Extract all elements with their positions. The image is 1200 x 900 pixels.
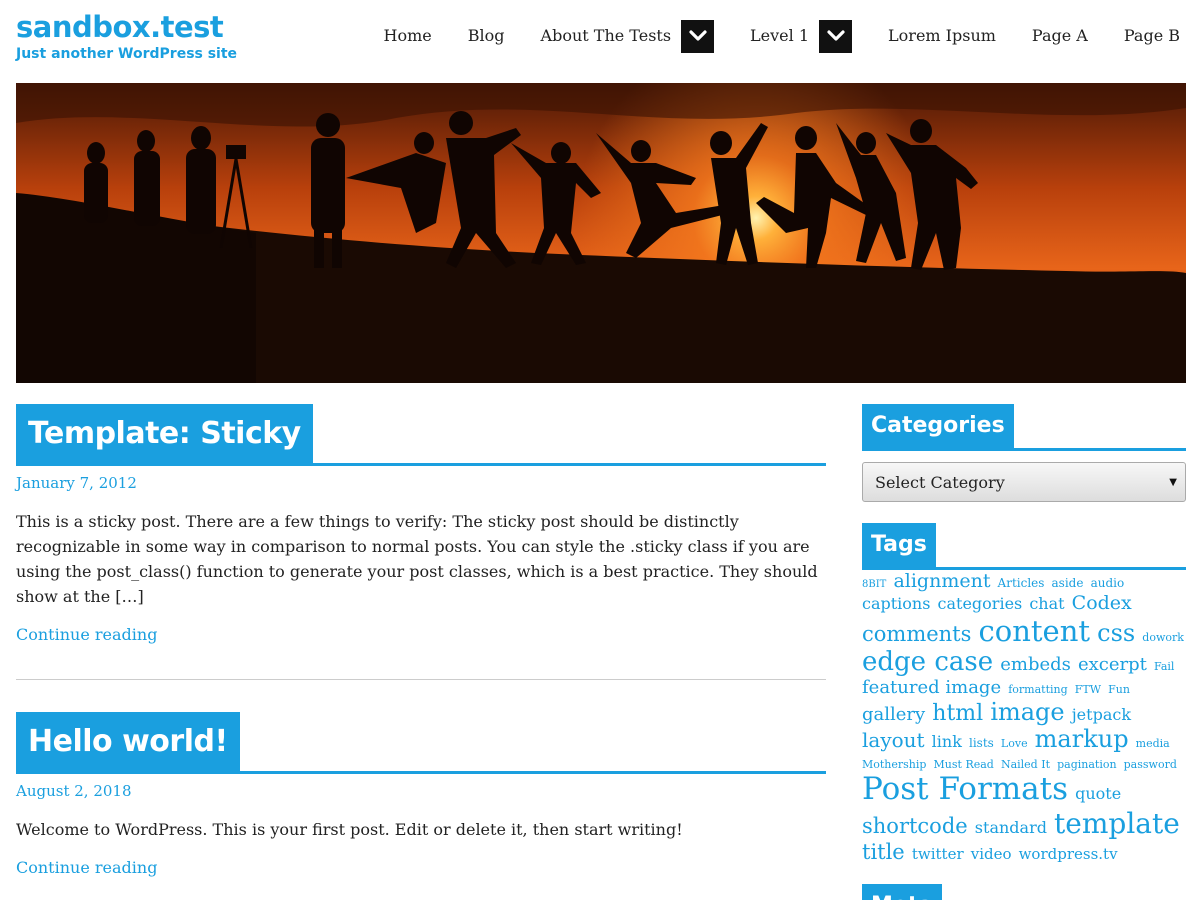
tag-link[interactable]: pagination: [1057, 758, 1116, 771]
tag-link[interactable]: categories: [938, 594, 1023, 613]
tag-link[interactable]: media: [1136, 737, 1170, 750]
tag-link[interactable]: markup: [1035, 725, 1129, 753]
nav-item-label[interactable]: Blog: [468, 18, 505, 54]
tag-link[interactable]: featured image: [862, 677, 1001, 698]
tag-link[interactable]: FTW: [1075, 683, 1101, 696]
post-separator: [16, 679, 826, 680]
tag-link[interactable]: layout: [862, 728, 925, 752]
tag-link[interactable]: embeds: [1000, 654, 1071, 675]
widget-header: Categories: [862, 404, 1186, 451]
tag-link[interactable]: 8BIT: [862, 579, 886, 590]
tag-link[interactable]: lists: [969, 736, 994, 750]
category-select-value: Select Category: [875, 472, 1005, 492]
nav-item-label[interactable]: Page A: [1032, 18, 1088, 54]
post-entry: Template: Sticky January 7, 2012 This is…: [16, 404, 826, 644]
nav-item-blog[interactable]: Blog: [468, 18, 505, 54]
tag-link[interactable]: content: [979, 614, 1091, 648]
post-entry: Hello world! August 2, 2018 Welcome to W…: [16, 712, 826, 877]
continue-reading-link[interactable]: Continue reading: [16, 858, 157, 877]
post-title[interactable]: Template: Sticky: [16, 404, 313, 466]
tag-link[interactable]: image: [990, 698, 1064, 726]
nav-item-page-a[interactable]: Page A: [1032, 18, 1088, 54]
tag-link[interactable]: audio: [1091, 576, 1125, 590]
tags-widget: Tags 8BIT alignment Articles aside audio…: [862, 523, 1186, 864]
post-excerpt: This is a sticky post. There are a few t…: [16, 512, 818, 606]
tag-link[interactable]: Post Formats: [862, 771, 1068, 807]
tag-link[interactable]: Love: [1001, 737, 1028, 750]
nav-item-label[interactable]: Page B: [1124, 18, 1180, 54]
site-title[interactable]: sandbox.test: [16, 10, 224, 44]
post-date[interactable]: January 7, 2012: [16, 474, 826, 492]
tag-link[interactable]: link: [932, 732, 962, 751]
nav-item-label[interactable]: About The Tests: [541, 18, 672, 54]
post-excerpt: Welcome to WordPress. This is your first…: [16, 820, 683, 839]
tag-link[interactable]: Codex: [1072, 592, 1132, 614]
widget-header: Tags: [862, 523, 1186, 570]
site-description: Just another WordPress site: [16, 46, 238, 62]
primary-navigation: Home Blog About The Tests Level 1 Lorem …: [348, 18, 1180, 54]
tag-link[interactable]: alignment: [893, 570, 990, 592]
tag-link[interactable]: comments: [862, 622, 971, 646]
categories-widget: Categories Select Category ▼: [862, 404, 1186, 502]
post-title[interactable]: Hello world!: [16, 712, 240, 774]
tag-link[interactable]: Must Read: [934, 758, 994, 771]
tag-link[interactable]: jetpack: [1072, 705, 1131, 724]
tag-link[interactable]: css: [1097, 619, 1135, 647]
tag-link[interactable]: formatting: [1008, 683, 1067, 696]
tag-link[interactable]: dowork: [1142, 631, 1184, 644]
chevron-down-icon: [826, 30, 845, 41]
nav-item-label[interactable]: Lorem Ipsum: [888, 18, 996, 54]
nav-item-label[interactable]: Home: [384, 18, 432, 54]
nav-item-level-1[interactable]: Level 1: [750, 18, 853, 54]
tag-link[interactable]: Nailed It: [1001, 758, 1050, 771]
nav-item-home[interactable]: Home: [384, 18, 432, 54]
tag-link[interactable]: gallery: [862, 704, 925, 725]
widget-title: Categories: [862, 404, 1014, 451]
tag-link[interactable]: password: [1124, 758, 1177, 771]
entry-header: Hello world!: [16, 712, 826, 774]
caret-down-icon: ▼: [1169, 476, 1177, 488]
tag-cloud: 8BIT alignment Articles aside audio capt…: [862, 570, 1186, 864]
tag-link[interactable]: Articles: [998, 576, 1045, 590]
sidebar: Categories Select Category ▼ Tags 8BIT a…: [862, 404, 1186, 900]
entry-header: Template: Sticky: [16, 404, 826, 466]
nav-item-lorem-ipsum[interactable]: Lorem Ipsum: [888, 18, 996, 54]
nav-item-label[interactable]: Level 1: [750, 18, 809, 54]
tag-link[interactable]: wordpress.tv: [1019, 845, 1118, 863]
tag-link[interactable]: Fail: [1154, 660, 1174, 673]
sunset-silhouette-image: [16, 83, 1186, 383]
submenu-toggle-button[interactable]: [681, 19, 715, 53]
category-select[interactable]: Select Category ▼: [862, 462, 1186, 502]
nav-item-page-b[interactable]: Page B: [1124, 18, 1180, 54]
tag-link[interactable]: excerpt: [1078, 654, 1147, 675]
submenu-toggle-button[interactable]: [819, 19, 853, 53]
nav-item-about-the-tests[interactable]: About The Tests: [541, 18, 715, 54]
widget-title: Tags: [862, 523, 936, 570]
main-content: Template: Sticky January 7, 2012 This is…: [16, 404, 826, 877]
tag-link[interactable]: edge case: [862, 647, 993, 677]
header-image: [16, 83, 1186, 383]
widget-header: Meta: [862, 884, 1186, 900]
tag-link[interactable]: html: [932, 701, 983, 726]
tag-link[interactable]: captions: [862, 594, 930, 613]
tag-link[interactable]: aside: [1052, 576, 1084, 590]
tag-link[interactable]: twitter: [912, 845, 964, 863]
tag-link[interactable]: standard: [975, 818, 1047, 837]
tag-link[interactable]: title: [862, 840, 905, 864]
tag-link[interactable]: shortcode: [862, 814, 968, 838]
post-date[interactable]: August 2, 2018: [16, 782, 826, 800]
continue-reading-link[interactable]: Continue reading: [16, 625, 157, 644]
tag-link[interactable]: video: [971, 845, 1012, 863]
meta-widget: Meta: [862, 884, 1186, 900]
tag-link[interactable]: Fun: [1108, 683, 1130, 696]
tag-link[interactable]: chat: [1029, 594, 1064, 613]
widget-title: Meta: [862, 884, 943, 900]
chevron-down-icon: [688, 30, 707, 41]
tag-link[interactable]: quote: [1075, 784, 1121, 803]
tag-link[interactable]: template: [1054, 807, 1180, 840]
tag-link[interactable]: Mothership: [862, 758, 926, 771]
